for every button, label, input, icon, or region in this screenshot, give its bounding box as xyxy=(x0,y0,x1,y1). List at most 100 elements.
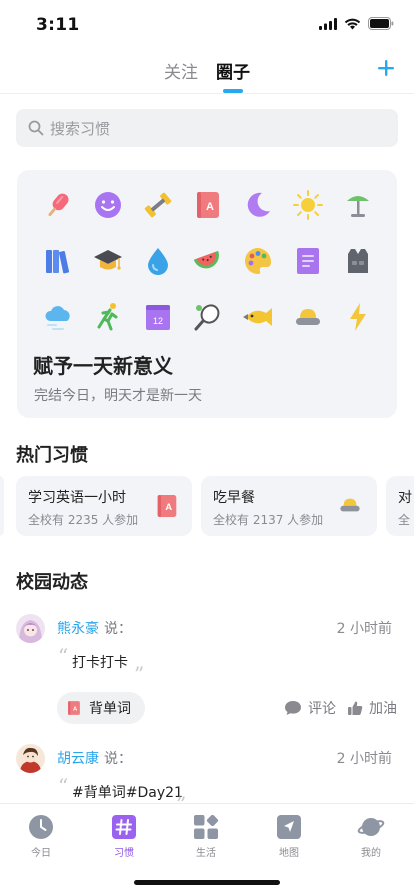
tab-life-label: 生活 xyxy=(196,848,216,859)
home-indicator xyxy=(134,880,280,885)
grid-icon xyxy=(194,814,219,839)
tab-habits-label: 习惯 xyxy=(114,848,134,859)
add-button[interactable] xyxy=(372,54,400,82)
fish-icon xyxy=(233,296,283,338)
hot-habits-carousel[interactable]: 学习英语一小时 全校有 2235 人参加 A 吃早餐 全校有 2137 人参加 … xyxy=(0,476,414,538)
campus-feed-title: 校园动态 xyxy=(16,572,88,593)
tab-life[interactable]: 生活 xyxy=(176,814,236,859)
graduation-cap-icon xyxy=(83,240,133,282)
banner-subtitle: 完结今日，明天才是新一天 xyxy=(34,388,202,404)
search-placeholder: 搜索习惯 xyxy=(50,119,111,138)
battery-icon xyxy=(368,17,394,30)
smiley-face-icon xyxy=(83,184,133,226)
notebook-icon xyxy=(283,240,333,282)
tab-following-label: 关注 xyxy=(164,63,198,83)
status-time: 3:11 xyxy=(36,15,80,35)
tab-today[interactable]: 今日 xyxy=(11,814,71,859)
cheer-label: 加油 xyxy=(369,701,397,717)
thumbs-up-icon xyxy=(348,701,363,715)
tab-me-label: 我的 xyxy=(361,848,381,859)
cellular-signal-icon xyxy=(319,17,337,30)
search-icon xyxy=(28,120,44,136)
hot-habit-count: 全 xyxy=(398,513,411,527)
word-book-letter: A xyxy=(206,201,214,213)
hot-habit-count: 全校有 2137 人参加 xyxy=(213,513,324,527)
comment-icon xyxy=(285,701,301,715)
post-username[interactable]: 熊永豪 xyxy=(57,618,99,638)
tab-habits[interactable]: 习惯 xyxy=(94,814,154,859)
post-text: #背单词#Day21 xyxy=(72,785,183,801)
tab-today-label: 今日 xyxy=(31,848,51,859)
water-drop-icon xyxy=(133,240,183,282)
hot-habit-card-partial-left[interactable] xyxy=(0,476,4,536)
avatar[interactable] xyxy=(16,744,45,773)
quote-open-mark: “ xyxy=(58,644,69,668)
hashtag-icon xyxy=(112,815,136,839)
tab-circle[interactable]: 圈子 xyxy=(216,58,250,93)
post-username[interactable]: 胡云康 xyxy=(57,748,99,768)
pudding-icon xyxy=(340,498,360,512)
tab-map[interactable]: 地图 xyxy=(259,814,319,859)
hot-habit-card-partial-right[interactable]: 对 全 xyxy=(386,476,414,536)
hot-habit-card[interactable]: 学习英语一小时 全校有 2235 人参加 A xyxy=(16,476,192,536)
habit-tag-label: 背单词 xyxy=(89,701,131,717)
cheer-button[interactable]: 加油 xyxy=(347,698,397,718)
plus-icon xyxy=(378,60,394,76)
habit-tag-chip[interactable]: A 背单词 xyxy=(57,692,145,724)
vest-icon xyxy=(333,240,383,282)
post-timestamp: 2 小时前 xyxy=(336,751,392,767)
comment-label: 评论 xyxy=(308,701,336,717)
word-book-icon: A xyxy=(68,701,80,715)
banner-title: 赋予一天新意义 xyxy=(33,354,173,378)
nav-divider xyxy=(0,93,414,94)
wifi-icon xyxy=(344,18,361,29)
inspiration-banner[interactable]: A 12 赋予一天新意义 完结今日，明天才是新一天 xyxy=(17,170,397,418)
post-timestamp: 2 小时前 xyxy=(336,621,392,637)
hot-habit-name: 对 xyxy=(398,490,412,506)
word-book-letter: A xyxy=(165,502,172,512)
map-icon xyxy=(277,815,301,839)
lightning-icon xyxy=(333,296,383,338)
nav-tabs: 关注 圈子 xyxy=(0,58,414,93)
hot-habit-name: 吃早餐 xyxy=(213,490,255,506)
pudding-icon xyxy=(283,296,333,338)
dumbbell-icon xyxy=(133,184,183,226)
tab-map-label: 地图 xyxy=(279,848,299,859)
top-navigation: 关注 圈子 xyxy=(0,52,414,94)
habit-icon-grid: A 12 xyxy=(33,184,383,338)
hot-habit-count: 全校有 2235 人参加 xyxy=(28,513,139,527)
status-bar: 3:11 xyxy=(0,0,414,50)
palette-icon xyxy=(233,240,283,282)
moon-icon xyxy=(233,184,283,226)
hot-habit-name: 学习英语一小时 xyxy=(28,490,126,506)
status-icons xyxy=(319,17,394,30)
sun-icon xyxy=(283,184,333,226)
popsicle-icon xyxy=(33,184,83,226)
word-book-icon: A xyxy=(183,184,233,226)
quote-open-mark: “ xyxy=(58,774,69,798)
post-says-label: 说： xyxy=(104,621,132,637)
calendar-day-label: 12 xyxy=(153,316,163,326)
racket-icon xyxy=(183,296,233,338)
running-person-icon xyxy=(83,296,133,338)
desk-lamp-icon xyxy=(333,184,383,226)
books-icon xyxy=(33,240,83,282)
calendar-12-icon: 12 xyxy=(133,296,183,338)
clock-icon xyxy=(29,815,53,839)
comment-button[interactable]: 评论 xyxy=(284,698,336,718)
feed-post: 熊永豪 说： 2 小时前 “ 打卡打卡 ” A 背单词 评论 加油 xyxy=(0,614,414,734)
avatar[interactable] xyxy=(16,614,45,643)
tab-following[interactable]: 关注 xyxy=(164,58,198,93)
tab-me[interactable]: 我的 xyxy=(341,814,401,859)
post-text: 打卡打卡 xyxy=(72,655,128,671)
quote-close-mark: ” xyxy=(134,662,145,686)
word-book-icon: A xyxy=(157,495,177,517)
hot-habit-card[interactable]: 吃早餐 全校有 2137 人参加 xyxy=(201,476,377,536)
planet-icon xyxy=(357,818,385,836)
cloud-icon xyxy=(33,296,83,338)
post-says-label: 说： xyxy=(104,751,132,767)
search-bar[interactable]: 搜索习惯 xyxy=(16,109,398,147)
tab-circle-label: 圈子 xyxy=(216,63,250,83)
feed-post: 胡云康 说： 2 小时前 “ #背单词#Day21 ” xyxy=(0,744,414,816)
hot-habits-title: 热门习惯 xyxy=(16,445,88,466)
